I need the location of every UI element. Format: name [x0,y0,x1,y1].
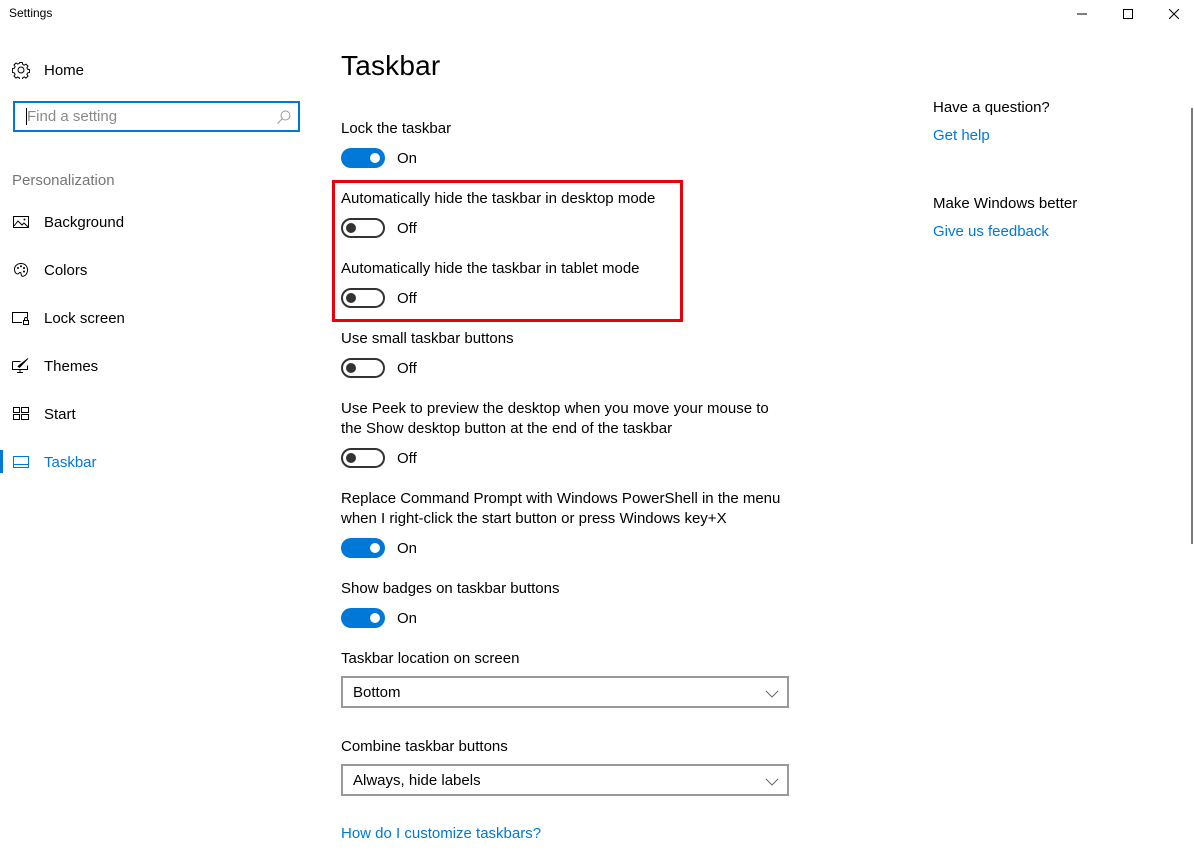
toggle-knob [370,613,380,623]
toggle-knob [346,223,356,233]
search-icon[interactable] [276,109,292,125]
give-feedback-link[interactable]: Give us feedback [933,223,1049,240]
setting-label-combine: Combine taskbar buttons [341,738,508,755]
toggle-state: Off [397,219,417,237]
setting-label-line: Use Peek to preview the desktop when you… [341,400,769,417]
customize-taskbars-link[interactable]: How do I customize taskbars? [341,825,541,842]
toggle-knob [346,453,356,463]
maximize-icon [1123,9,1133,19]
setting-peek: Off [341,447,417,469]
toggle-autohide-tablet[interactable] [341,288,385,308]
window-title: Settings [9,6,53,20]
chevron-down-icon [765,686,779,698]
setting-label-location: Taskbar location on screen [341,650,520,667]
combine-dropdown[interactable]: Always, hide labels [341,764,789,796]
search-box[interactable] [13,101,300,132]
sidebar-item-label: Start [44,405,76,423]
have-question-heading: Have a question? [933,99,1050,116]
make-windows-better-heading: Make Windows better [933,195,1078,212]
toggle-state: Off [397,449,417,467]
setting-label-line: Replace Command Prompt with Windows Powe… [341,490,781,507]
setting-badges: On [341,607,417,629]
start-tiles-icon [11,404,31,424]
picture-icon [11,212,31,232]
get-help-link[interactable]: Get help [933,127,990,144]
toggle-knob [346,363,356,373]
toggle-badges[interactable] [341,608,385,628]
selected-indicator [0,450,3,473]
setting-small-buttons: Off [341,357,417,379]
sidebar-item-lock-screen[interactable]: Lock screen [0,304,320,332]
dropdown-value: Bottom [353,683,401,701]
toggle-state: On [397,149,418,167]
vertical-scrollbar[interactable] [1191,108,1193,544]
toggle-knob [370,543,380,553]
setting-label-line: the Show desktop button at the end of th… [341,420,673,437]
toggle-state: On [397,609,418,627]
close-button[interactable] [1151,0,1194,28]
search-input[interactable] [27,108,267,125]
setting-label-autohide-tablet: Automatically hide the taskbar in tablet… [341,260,640,277]
setting-label-autohide-desktop: Automatically hide the taskbar in deskto… [341,190,656,207]
toggle-powershell[interactable] [341,538,385,558]
setting-lock-taskbar: On [341,147,417,169]
toggle-state: Off [397,359,417,377]
setting-powershell: On [341,537,417,559]
setting-autohide-desktop: Off [341,217,417,239]
close-icon [1169,9,1179,19]
taskbar-icon [11,452,31,472]
toggle-knob [370,153,380,163]
minimize-icon [1077,13,1087,15]
setting-label-powershell: Replace Command Prompt with Windows Powe… [341,489,801,529]
sidebar-item-label: Colors [44,261,88,279]
setting-label-badges: Show badges on taskbar buttons [341,580,560,597]
sidebar-item-background[interactable]: Background [0,208,320,236]
sidebar-item-taskbar[interactable]: Taskbar [0,448,320,476]
themes-brush-icon [11,356,31,376]
gear-icon [11,60,31,80]
sidebar-home-label: Home [44,61,85,79]
toggle-lock-taskbar[interactable] [341,148,385,168]
section-title-personalization: Personalization [12,172,115,189]
page-title: Taskbar [341,50,441,81]
maximize-button[interactable] [1105,0,1151,28]
toggle-autohide-desktop[interactable] [341,218,385,238]
toggle-state: Off [397,289,417,307]
sidebar-item-start[interactable]: Start [0,400,320,428]
dropdown-value: Always, hide labels [353,771,481,789]
sidebar-home[interactable]: Home [0,56,320,84]
chevron-down-icon [765,774,779,786]
toggle-small-buttons[interactable] [341,358,385,378]
location-dropdown[interactable]: Bottom [341,676,789,708]
sidebar-item-label: Themes [44,357,99,375]
palette-icon [11,260,31,280]
sidebar-item-label: Lock screen [44,309,125,327]
setting-label-lock-taskbar: Lock the taskbar [341,120,452,137]
sidebar-item-colors[interactable]: Colors [0,256,320,284]
minimize-button[interactable] [1059,0,1105,28]
setting-label-small-buttons: Use small taskbar buttons [341,330,514,347]
setting-label-line: when I right-click the start button or p… [341,510,727,527]
sidebar-item-label: Taskbar [44,453,97,471]
toggle-knob [346,293,356,303]
lock-screen-icon [11,308,31,328]
toggle-peek[interactable] [341,448,385,468]
setting-label-peek: Use Peek to preview the desktop when you… [341,399,801,439]
sidebar-item-label: Background [44,213,125,231]
setting-autohide-tablet: Off [341,287,417,309]
sidebar-item-themes[interactable]: Themes [0,352,320,380]
toggle-state: On [397,539,418,557]
